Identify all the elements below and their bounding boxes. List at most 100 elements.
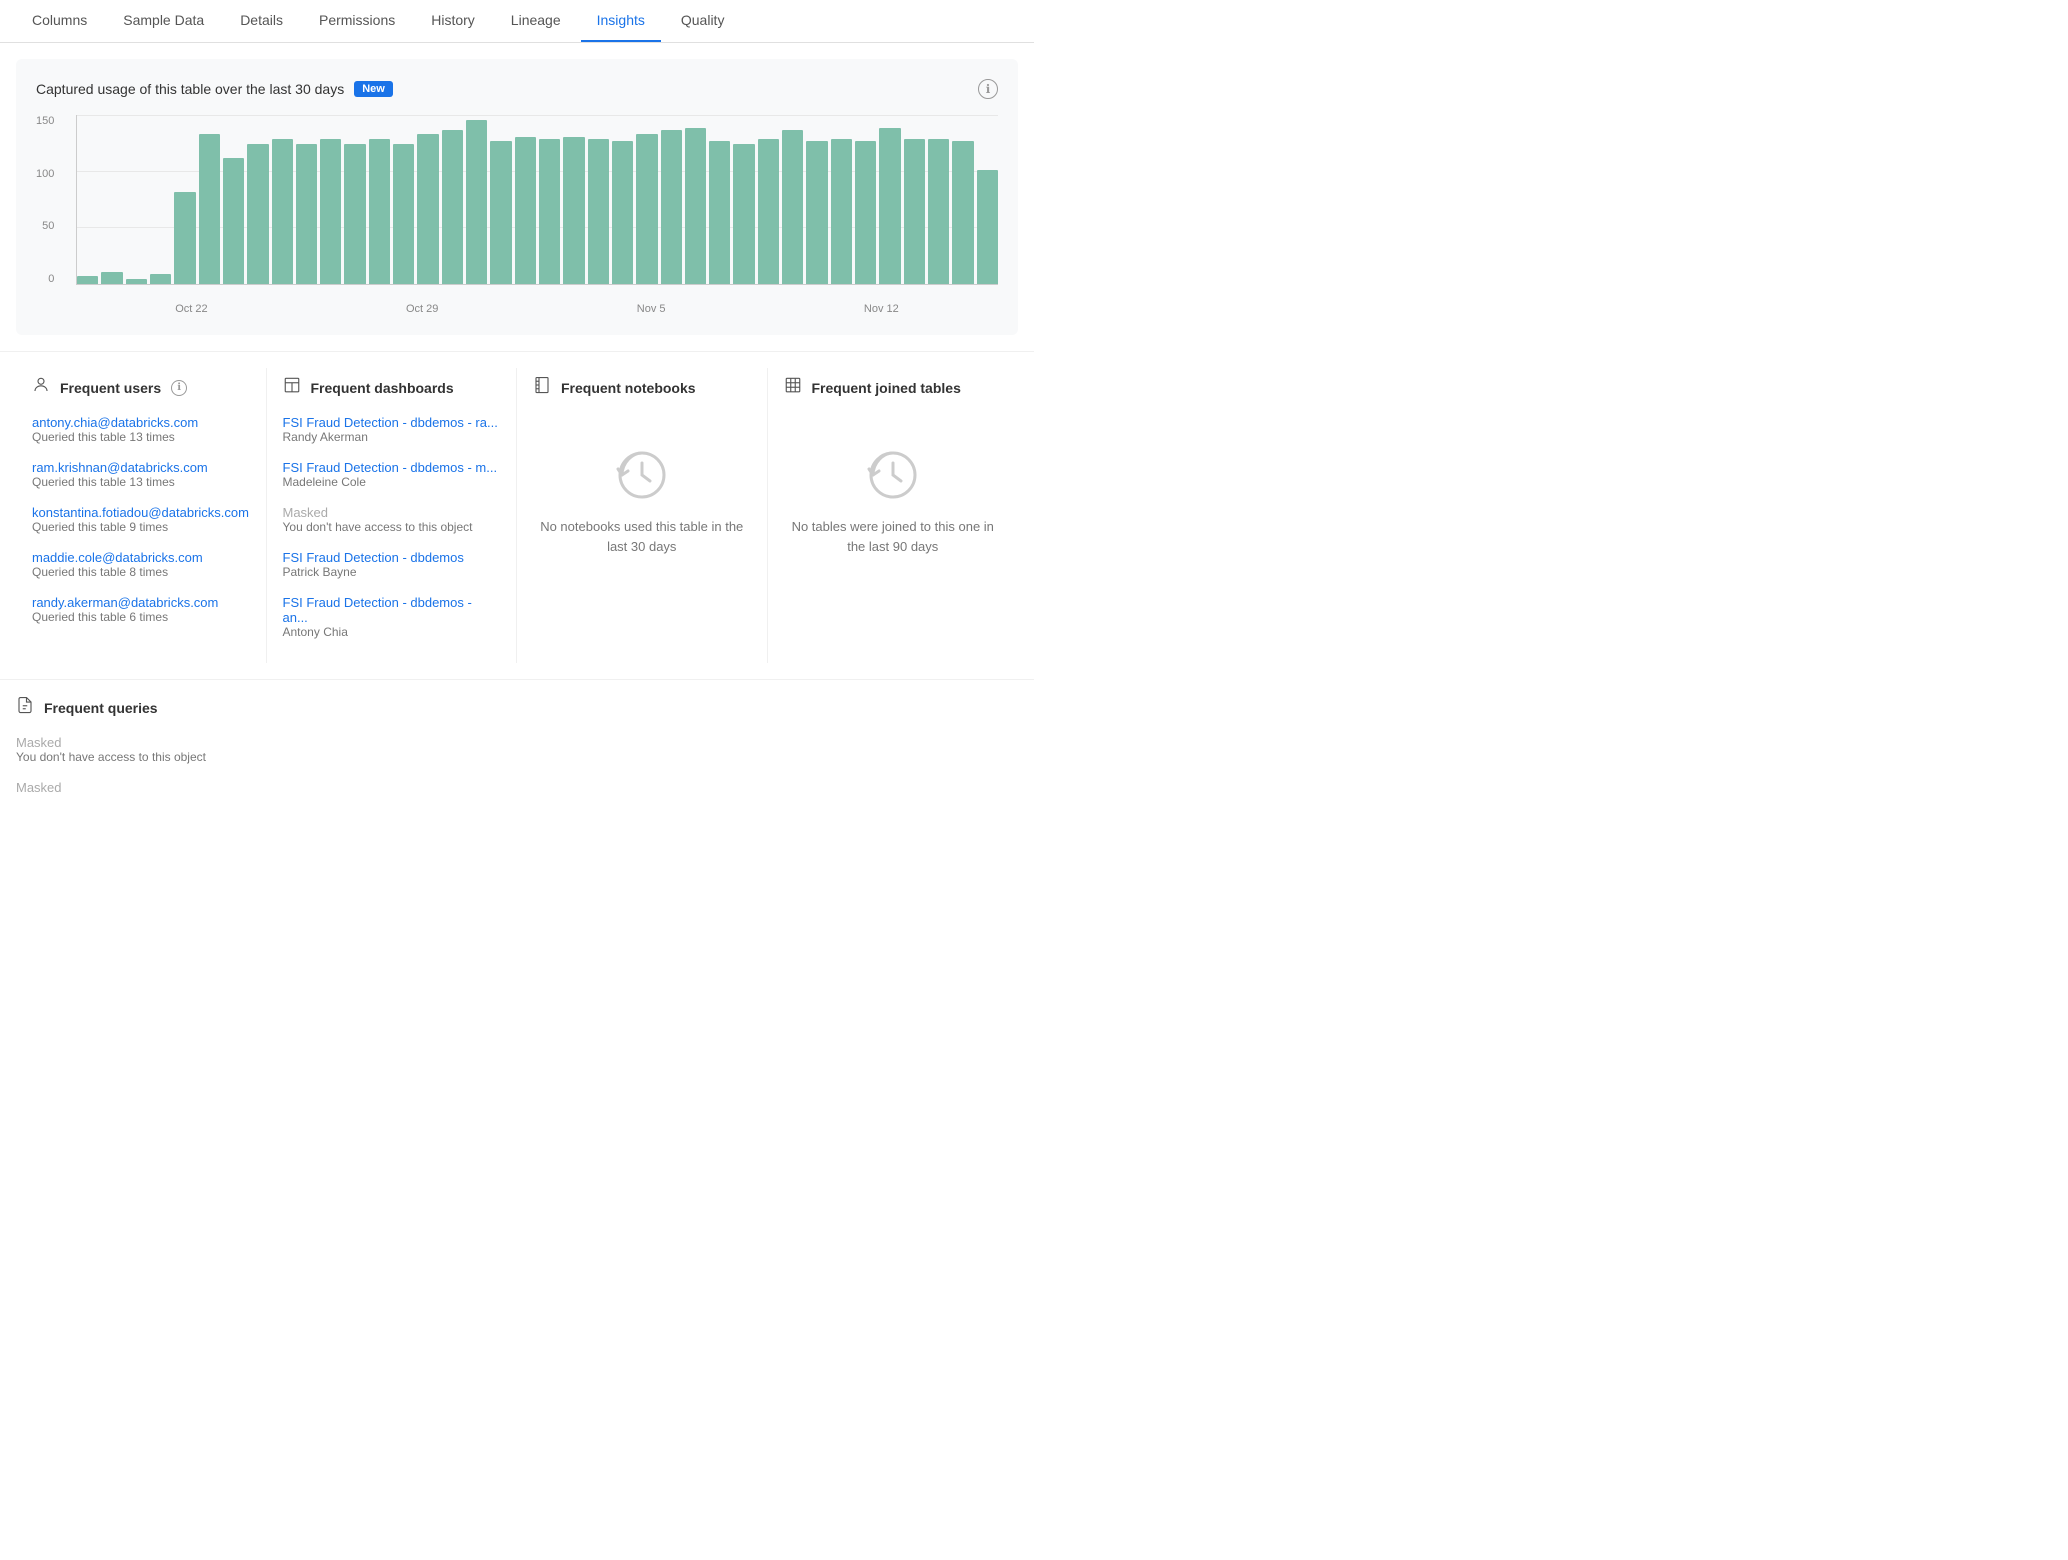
- chart-header: Captured usage of this table over the la…: [36, 79, 998, 99]
- query-masked-1: Masked: [16, 735, 1018, 750]
- bar-34: [904, 139, 925, 284]
- dashboard-name-3-masked: Masked: [283, 505, 501, 520]
- bar-14: [417, 134, 438, 284]
- bar-21: [588, 139, 609, 284]
- bar-12: [369, 139, 390, 284]
- tab-quality[interactable]: Quality: [665, 0, 741, 42]
- dashboard-entry-1: FSI Fraud Detection - dbdemos - ra... Ra…: [283, 415, 501, 444]
- query-masked-2: Masked: [16, 780, 1018, 795]
- bar-9: [296, 144, 317, 284]
- x-label-oct22: Oct 22: [175, 303, 207, 315]
- bars-area: [76, 115, 998, 285]
- dashboard-entry-3: Masked You don't have access to this obj…: [283, 505, 501, 534]
- user-email-3[interactable]: konstantina.fotiadou@databricks.com: [32, 505, 250, 520]
- bar-1: [101, 272, 122, 284]
- dashboard-owner-5: Antony Chia: [283, 625, 501, 639]
- bar-33: [879, 128, 900, 284]
- user-email-2[interactable]: ram.krishnan@databricks.com: [32, 460, 250, 475]
- bar-15: [442, 130, 463, 285]
- x-label-nov12: Nov 12: [864, 303, 899, 315]
- bar-18: [515, 137, 536, 284]
- frequent-joined-tables-title: Frequent joined tables: [812, 380, 961, 396]
- user-entry-4: maddie.cole@databricks.com Queried this …: [32, 550, 250, 579]
- frequent-queries-header: Frequent queries: [16, 696, 1018, 719]
- y-axis: 150 100 50 0: [36, 115, 60, 285]
- user-email-5[interactable]: randy.akerman@databricks.com: [32, 595, 250, 610]
- bar-4: [174, 192, 195, 284]
- notebook-icon: [533, 376, 551, 399]
- user-count-4: Queried this table 8 times: [32, 565, 250, 579]
- tab-permissions[interactable]: Permissions: [303, 0, 411, 42]
- chart-section: Captured usage of this table over the la…: [16, 59, 1018, 335]
- tab-history[interactable]: History: [415, 0, 491, 42]
- user-entry-2: ram.krishnan@databricks.com Queried this…: [32, 460, 250, 489]
- bar-25: [685, 128, 706, 284]
- user-entry-3: konstantina.fotiadou@databricks.com Quer…: [32, 505, 250, 534]
- table-icon: [784, 376, 802, 399]
- chart-title-text: Captured usage of this table over the la…: [36, 81, 344, 97]
- chart-title: Captured usage of this table over the la…: [36, 81, 393, 97]
- chart-info-icon[interactable]: ℹ: [978, 79, 998, 99]
- new-badge: New: [354, 81, 393, 97]
- dashboard-owner-1: Randy Akerman: [283, 430, 501, 444]
- joined-tables-history-icon: [863, 445, 923, 505]
- bar-35: [928, 139, 949, 284]
- queries-icon: [16, 696, 34, 719]
- bar-10: [320, 139, 341, 284]
- tab-insights[interactable]: Insights: [581, 0, 661, 42]
- notebooks-empty-state: No notebooks used this table in the last…: [533, 415, 751, 586]
- y-label-100: 100: [36, 168, 54, 180]
- tab-details[interactable]: Details: [224, 0, 299, 42]
- tab-columns[interactable]: Columns: [16, 0, 103, 42]
- bar-22: [612, 141, 633, 284]
- joined-tables-empty-text: No tables were joined to this one in the…: [784, 517, 1003, 556]
- frequent-queries-section: Frequent queries Masked You don't have a…: [0, 679, 1034, 827]
- frequent-users-title: Frequent users: [60, 380, 161, 396]
- dashboard-name-4[interactable]: FSI Fraud Detection - dbdemos: [283, 550, 501, 565]
- frequent-users-col: Frequent users ℹ antony.chia@databricks.…: [16, 368, 267, 663]
- tab-lineage[interactable]: Lineage: [495, 0, 577, 42]
- y-label-0: 0: [48, 273, 54, 285]
- bar-13: [393, 144, 414, 284]
- bar-2: [126, 279, 147, 284]
- frequent-queries-title: Frequent queries: [44, 700, 158, 716]
- frequent-dashboards-title: Frequent dashboards: [311, 380, 454, 396]
- user-count-5: Queried this table 6 times: [32, 610, 250, 624]
- frequent-users-header: Frequent users ℹ: [32, 376, 250, 399]
- bar-8: [272, 139, 293, 284]
- frequent-joined-tables-header: Frequent joined tables: [784, 376, 1003, 399]
- y-label-50: 50: [42, 220, 54, 232]
- bar-28: [758, 139, 779, 284]
- bar-27: [733, 144, 754, 284]
- tab-sample-data[interactable]: Sample Data: [107, 0, 220, 42]
- bar-11: [344, 144, 365, 284]
- dashboard-name-5[interactable]: FSI Fraud Detection - dbdemos - an...: [283, 595, 501, 625]
- user-email-4[interactable]: maddie.cole@databricks.com: [32, 550, 250, 565]
- user-count-1: Queried this table 13 times: [32, 430, 250, 444]
- user-entry-5: randy.akerman@databricks.com Queried thi…: [32, 595, 250, 624]
- bar-6: [223, 158, 244, 284]
- frequent-dashboards-col: Frequent dashboards FSI Fraud Detection …: [267, 368, 518, 663]
- x-label-oct29: Oct 29: [406, 303, 438, 315]
- bar-3: [150, 274, 171, 284]
- bar-37: [977, 170, 998, 284]
- insights-grid: Frequent users ℹ antony.chia@databricks.…: [0, 351, 1034, 679]
- bar-chart: 150 100 50 0 Oct 22 Oct 29 Nov 5 Nov 12: [36, 115, 998, 315]
- y-label-150: 150: [36, 115, 54, 127]
- joined-tables-empty-state: No tables were joined to this one in the…: [784, 415, 1003, 586]
- dashboard-owner-3: You don't have access to this object: [283, 520, 501, 534]
- bar-26: [709, 141, 730, 284]
- user-count-2: Queried this table 13 times: [32, 475, 250, 489]
- frequent-notebooks-col: Frequent notebooks No notebooks used thi…: [517, 368, 768, 663]
- frequent-dashboards-header: Frequent dashboards: [283, 376, 501, 399]
- users-info-icon[interactable]: ℹ: [171, 380, 187, 396]
- bar-5: [199, 134, 220, 284]
- user-email-1[interactable]: antony.chia@databricks.com: [32, 415, 250, 430]
- bar-32: [855, 141, 876, 284]
- user-icon: [32, 376, 50, 399]
- bar-19: [539, 139, 560, 284]
- bar-7: [247, 144, 268, 284]
- frequent-notebooks-header: Frequent notebooks: [533, 376, 751, 399]
- dashboard-name-1[interactable]: FSI Fraud Detection - dbdemos - ra...: [283, 415, 501, 430]
- dashboard-name-2[interactable]: FSI Fraud Detection - dbdemos - m...: [283, 460, 501, 475]
